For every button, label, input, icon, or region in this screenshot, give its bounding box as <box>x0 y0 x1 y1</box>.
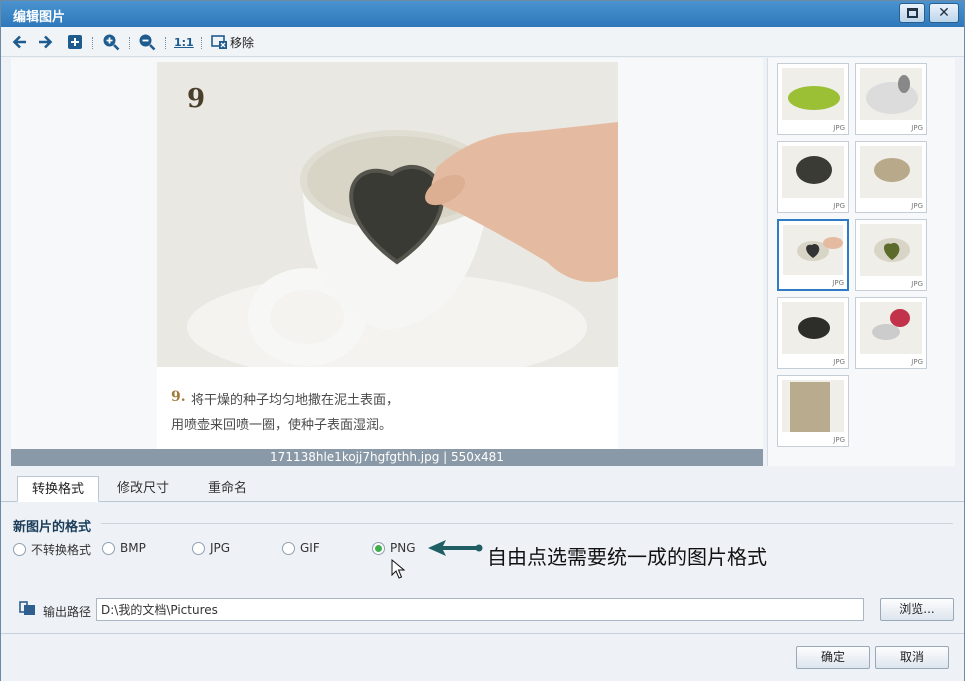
title-bar: 编辑图片 ✕ <box>1 1 964 27</box>
thumbnail-item[interactable]: JPG <box>855 297 927 369</box>
close-button[interactable]: ✕ <box>929 3 959 23</box>
thumbnail-item[interactable]: JPG <box>777 63 849 135</box>
thumbnail-ext: JPG <box>911 358 923 366</box>
caption-line-1: 将干燥的种子均匀地撒在泥土表面， <box>191 393 400 408</box>
zoom-in-button[interactable] <box>102 31 120 53</box>
thumbnail-ext: JPG <box>833 436 845 444</box>
zoom-in-icon <box>103 34 120 51</box>
close-icon: ✕ <box>938 5 950 21</box>
radio-no-convert[interactable]: 不转换格式 <box>13 541 91 558</box>
thumbnail-image <box>782 302 844 354</box>
toolbar: 1:1 移除 <box>1 27 964 57</box>
thumbnail-ext: JPG <box>833 124 845 132</box>
section-divider <box>101 523 953 524</box>
remove-button[interactable]: 移除 <box>211 31 254 53</box>
thumbnail-item-selected[interactable]: JPG <box>777 219 849 291</box>
remove-label: 移除 <box>230 35 255 50</box>
thumbnail-image <box>783 225 843 275</box>
edit-image-dialog: 编辑图片 ✕ 1:1 移除 9 9. 将干燥的种子均匀地撒在泥土表面， 用喷壶来… <box>0 0 965 681</box>
radio-circle <box>282 541 295 555</box>
radio-circle <box>102 541 115 555</box>
thumbnail-image <box>860 146 922 198</box>
radio-circle-checked <box>372 541 385 555</box>
radio-png[interactable]: PNG <box>372 541 416 555</box>
arrow-right-icon <box>39 35 53 49</box>
window-title: 编辑图片 <box>13 10 66 25</box>
image-info-bar: 171138hle1kojj7hgfgthh.jpg | 550x481 <box>11 449 763 466</box>
tab-bar: 转换格式 修改尺寸 重命名 <box>1 471 964 502</box>
radio-gif[interactable]: GIF <box>282 541 320 555</box>
thumbnail-item[interactable]: JPG <box>777 141 849 213</box>
tab-convert-format[interactable]: 转换格式 <box>17 476 100 502</box>
radio-label: PNG <box>390 541 416 555</box>
add-button[interactable] <box>67 31 83 53</box>
radio-bmp[interactable]: BMP <box>102 541 146 555</box>
thumbnail-image <box>860 224 922 276</box>
footer-divider <box>1 633 964 634</box>
zoom-out-icon <box>139 34 156 51</box>
thumbnail-image <box>782 68 844 120</box>
caption-line-2: 用喷壶来回喷一圈，使种子表面湿润。 <box>171 418 393 433</box>
thumbnail-image <box>860 68 922 120</box>
thumbnail-item[interactable]: JPG <box>855 63 927 135</box>
format-section-title: 新图片的格式 <box>13 520 92 535</box>
arrow-left-icon <box>12 35 26 49</box>
zoom-out-button[interactable] <box>138 31 156 53</box>
previous-button[interactable] <box>11 31 29 53</box>
options-panel: 转换格式 修改尺寸 重命名 新图片的格式 不转换格式 BMP JPG GIF P… <box>1 471 964 681</box>
image-preview: 9 9. 将干燥的种子均匀地撒在泥土表面， 用喷壶来回喷一圈，使种子表面湿润。 … <box>11 58 763 466</box>
thumbnail-ext: JPG <box>832 279 844 287</box>
radio-jpg[interactable]: JPG <box>192 541 230 555</box>
thumbnail-item[interactable]: JPG <box>855 141 927 213</box>
annotation-text: 自由点选需要统一成的图片格式 <box>487 545 767 569</box>
remove-icon <box>211 34 227 49</box>
radio-label: JPG <box>210 541 231 555</box>
radio-label: GIF <box>300 541 320 555</box>
plus-square-icon <box>68 35 82 49</box>
cancel-button[interactable]: 取消 <box>875 646 949 669</box>
thumbnail-image <box>860 302 922 354</box>
actual-size-icon: 1:1 <box>174 35 194 49</box>
maximize-button[interactable] <box>899 3 925 23</box>
thumbnail-ext: JPG <box>911 280 923 288</box>
seed-cup-illustration <box>157 62 618 367</box>
toolbar-separator <box>201 37 202 49</box>
thumbnail-item[interactable]: JPG <box>855 219 927 291</box>
next-button[interactable] <box>36 31 54 53</box>
thumbnail-item[interactable]: JPG <box>777 375 849 447</box>
annotation-arrow-icon <box>428 540 483 556</box>
browse-button[interactable]: 浏览... <box>880 598 954 621</box>
tab-rename[interactable]: 重命名 <box>194 476 261 502</box>
ok-button[interactable]: 确定 <box>796 646 870 669</box>
thumbnail-ext: JPG <box>833 202 845 210</box>
actual-size-button[interactable]: 1:1 <box>174 31 194 53</box>
preview-photo: 9 <box>157 62 618 367</box>
output-path-label: 输出路径 <box>43 605 92 619</box>
thumbnail-item[interactable]: JPG <box>777 297 849 369</box>
output-folder-icon <box>19 601 35 615</box>
thumbnail-ext: JPG <box>911 124 923 132</box>
thumbnail-ext: JPG <box>911 202 923 210</box>
thumbnail-image <box>782 380 844 432</box>
radio-label: BMP <box>120 541 146 555</box>
mouse-cursor-icon <box>391 559 405 579</box>
radio-circle <box>192 541 205 555</box>
maximize-icon <box>907 8 918 18</box>
photo-step-number: 9 <box>187 84 206 114</box>
caption-number: 9. <box>171 389 186 405</box>
thumbnail-ext: JPG <box>833 358 845 366</box>
tab-resize[interactable]: 修改尺寸 <box>103 476 183 502</box>
thumbnail-panel: JPG JPG JPG JPG JPG JPG JPG JPG JPG <box>767 58 955 466</box>
radio-circle <box>13 543 26 556</box>
toolbar-separator <box>129 37 130 49</box>
toolbar-separator <box>92 37 93 49</box>
radio-label: 不转换格式 <box>31 543 92 557</box>
preview-caption: 9. 将干燥的种子均匀地撒在泥土表面， 用喷壶来回喷一圈，使种子表面湿润。 <box>157 367 618 449</box>
thumbnail-image <box>782 146 844 198</box>
output-path-input[interactable] <box>96 598 864 621</box>
toolbar-separator <box>165 37 166 49</box>
